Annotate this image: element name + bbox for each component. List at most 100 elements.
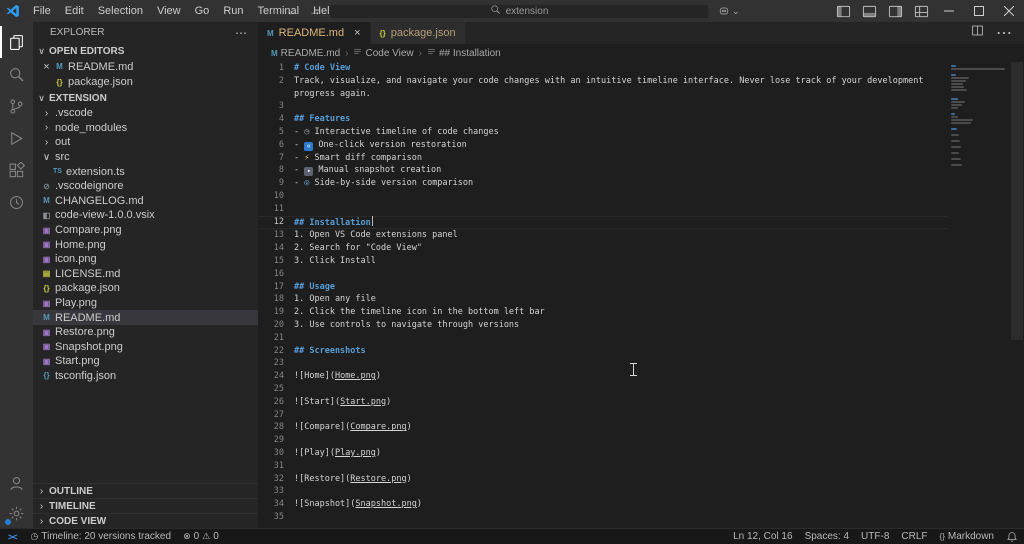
activity-explorer-icon[interactable] [0,26,33,58]
file-item[interactable]: ∨ src [33,150,258,165]
file-item[interactable]: › out [33,135,258,150]
editor-line[interactable]: 32 ![Restore](Restore.png) [258,473,948,486]
breadcrumb-item[interactable]: ## Installation [427,47,501,59]
section-timeline[interactable]: › TIMELINE [33,498,258,513]
nav-forward-icon[interactable]: → [306,4,324,18]
activity-manage-icon[interactable] [0,498,33,528]
editor-line[interactable]: 10 [258,190,948,203]
editor-line[interactable]: 11 [258,203,948,216]
menu-go[interactable]: Go [188,0,217,22]
editor-line[interactable]: 8- ▪ Manual snapshot creation [258,164,948,177]
tab-package.json[interactable]: {} package.json [370,22,466,44]
menu-view[interactable]: View [150,0,188,22]
editor-line[interactable]: 26 ![Start](Start.png) [258,396,948,409]
editor-line[interactable]: 27 [258,409,948,422]
editor-line[interactable]: 6- « One-click version restoration [258,139,948,152]
open-editor-item[interactable]: {} package.json [33,75,258,91]
tab-readme.md[interactable]: M README.md × [258,22,371,44]
activity-accounts-icon[interactable] [0,468,33,498]
editor-line[interactable]: 34 ![Snapshot](Snapshot.png) [258,498,948,511]
scrollbar-slider[interactable] [1011,62,1023,340]
editor-line[interactable]: 4 ## Features [258,113,948,126]
file-item[interactable]: M README.md [33,310,258,325]
editor-line[interactable]: 19 2. Click the timeline icon in the bott… [258,306,948,319]
maximize-button[interactable] [964,0,994,22]
editor-line[interactable]: 16 [258,268,948,281]
editor-line[interactable]: 12 ## Installation [258,215,948,230]
editor-line[interactable]: 2 Track, visualize, and navigate your cod… [258,75,948,101]
close-icon[interactable]: × [40,61,53,73]
editor-line[interactable]: 9 - ◎ Side-by-side version comparison [258,177,948,190]
menu-run[interactable]: Run [216,0,250,22]
notifications-bell-icon[interactable] [1000,529,1024,544]
minimize-button[interactable] [934,0,964,22]
split-editor-icon[interactable] [971,24,984,42]
breadcrumb-item[interactable]: M README.md [271,48,340,59]
editor-line[interactable]: 18 1. Open any file [258,293,948,306]
activity-run-and-debug-icon[interactable] [0,122,33,154]
editor-line[interactable]: 13 1. Open VS Code extensions panel [258,229,948,242]
close-button[interactable] [994,0,1024,22]
section-code-view[interactable]: › CODE VIEW [33,513,258,528]
activity-code-view-icon[interactable] [0,186,33,218]
eol-status[interactable]: CRLF [895,529,933,544]
file-item[interactable]: ▣ Start.png [33,354,258,369]
file-item[interactable]: ▣ icon.png [33,252,258,267]
editor-line[interactable]: 25 [258,383,948,396]
editor-line[interactable]: 17 ## Usage [258,281,948,294]
editor-line[interactable]: 1 # Code View [258,62,948,75]
open-editor-item[interactable]: × M README.md [33,59,258,75]
toggle-primary-sidebar-icon[interactable] [830,0,856,22]
customize-layout-icon[interactable] [908,0,934,22]
file-item[interactable]: {} package.json [33,281,258,296]
editor-line[interactable]: 28 ![Compare](Compare.png) [258,421,948,434]
explorer-actions-icon[interactable]: ⋯ [235,26,248,40]
editor-more-actions-icon[interactable]: ⋯ [996,23,1012,43]
file-item[interactable]: {} tsconfig.json [33,369,258,384]
editor-line[interactable]: 23 [258,357,948,370]
section-outline[interactable]: › OUTLINE [33,483,258,498]
minimap[interactable] [948,62,1010,528]
toggle-panel-icon[interactable] [856,0,882,22]
file-item[interactable]: › .vscode [33,106,258,121]
indentation-status[interactable]: Spaces: 4 [799,529,855,544]
file-item[interactable]: ▣ Snapshot.png [33,340,258,355]
activity-source-control-icon[interactable] [0,90,33,122]
file-item[interactable]: ▤ LICENSE.md [33,267,258,282]
language-mode-status[interactable]: {} Markdown [934,529,1000,544]
editor-line[interactable]: 3 [258,100,948,113]
file-item[interactable]: TS extension.ts [33,164,258,179]
encoding-status[interactable]: UTF-8 [855,529,895,544]
editor-line[interactable]: 29 [258,434,948,447]
toggle-secondary-sidebar-icon[interactable] [882,0,908,22]
menu-edit[interactable]: Edit [58,0,91,22]
editor-line[interactable]: 33 [258,485,948,498]
editor-line[interactable]: 21 [258,332,948,345]
timeline-status[interactable]: ◷ Timeline: 20 versions tracked [25,529,178,544]
close-icon[interactable]: × [354,27,360,39]
file-item[interactable]: ▣ Home.png [33,237,258,252]
editor-line[interactable]: 14 2. Search for "Code View" [258,242,948,255]
editor-line[interactable]: 7 - ⚡ Smart diff comparison [258,152,948,165]
file-item[interactable]: M CHANGELOG.md [33,194,258,209]
editor-line[interactable]: 30 ![Play](Play.png) [258,447,948,460]
activity-extensions-icon[interactable] [0,154,33,186]
editor-line[interactable]: 22 ## Screenshots [258,345,948,358]
open-editors-header[interactable]: ∨ OPEN EDITORS [33,43,258,59]
file-item[interactable]: ▣ Play.png [33,296,258,311]
copilot-menu-icon[interactable]: ⌄ [718,5,740,17]
workspace-folder-header[interactable]: ∨ EXTENSION [33,90,258,106]
file-item[interactable]: ◧ code-view-1.0.0.vsix [33,208,258,223]
menu-file[interactable]: File [26,0,58,22]
menu-selection[interactable]: Selection [91,0,150,22]
editor-line[interactable]: 5 - ◷ Interactive timeline of code change… [258,126,948,139]
file-item[interactable]: › node_modules [33,121,258,136]
editor-line[interactable]: 35 [258,511,948,524]
file-item[interactable]: ▣ Compare.png [33,223,258,238]
editor-line[interactable]: 20 3. Use controls to navigate through ve… [258,319,948,332]
editor-content[interactable]: 1 # Code View 2 Track, visualize, and navig… [258,62,948,528]
cursor-position-status[interactable]: Ln 12, Col 16 [727,529,799,544]
problems-status[interactable]: ⊗ 0 ⚠ 0 [177,529,225,544]
breadcrumb-item[interactable]: Code View [353,47,414,59]
nav-back-icon[interactable]: ← [283,4,301,18]
